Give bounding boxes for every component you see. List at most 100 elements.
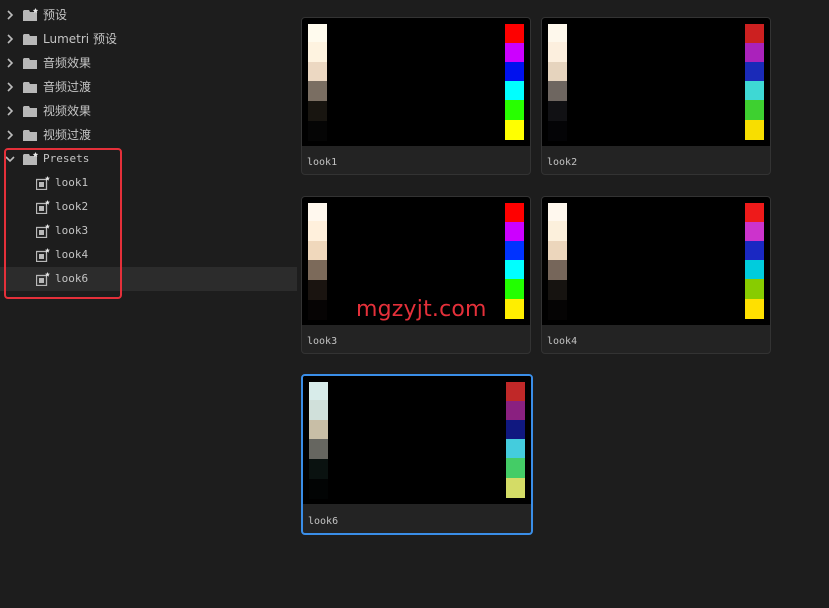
chevron-right-icon[interactable] (5, 9, 15, 21)
preset-thumbnail (303, 376, 531, 504)
color-swatch (505, 203, 524, 222)
color-swatch (745, 43, 764, 62)
color-swatch (745, 81, 764, 100)
color-swatch (548, 81, 567, 101)
color-swatch (308, 81, 327, 101)
tree-folder-audio-effects[interactable]: 音频效果 (0, 51, 297, 75)
color-swatch (548, 24, 567, 42)
chevron-right-icon[interactable] (5, 129, 15, 141)
preset-folder-icon (23, 8, 39, 21)
preset-card-look6[interactable]: look6 (301, 374, 533, 535)
color-swatch (548, 221, 567, 241)
chevron-right-icon[interactable] (5, 81, 15, 93)
color-swatch (308, 203, 327, 221)
color-swatch (745, 260, 764, 279)
tree-preset-look2[interactable]: look2 (0, 195, 297, 219)
preset-thumbnail (302, 18, 530, 146)
tree-folder-audio-transitions[interactable]: 音频过渡 (0, 75, 297, 99)
tree-folder-presets[interactable]: Presets (0, 147, 297, 171)
color-swatch (745, 279, 764, 299)
preset-card-look3[interactable]: look3 (301, 196, 531, 354)
preset-card-look2[interactable]: look2 (541, 17, 771, 175)
color-swatch (506, 382, 525, 401)
tree-item-label: look6 (55, 272, 89, 285)
chevron-right-icon[interactable] (5, 57, 15, 69)
color-swatch (548, 101, 567, 121)
tree-folder-presets-cn[interactable]: 预设 (0, 3, 297, 27)
tree-preset-look1[interactable]: look1 (0, 171, 297, 195)
color-swatch (506, 478, 525, 498)
tree-item-label: look2 (55, 200, 89, 213)
color-swatch (308, 241, 327, 260)
preset-card-label: look2 (547, 157, 578, 168)
chevron-down-icon[interactable] (5, 153, 15, 165)
tree-item-label: 音频过渡 (43, 80, 92, 94)
color-swatch (309, 382, 328, 400)
color-swatch (505, 299, 524, 319)
color-swatch (308, 280, 327, 300)
preset-folder-icon (23, 152, 39, 165)
color-swatch (548, 42, 567, 62)
tree-item-label: Presets (43, 152, 90, 165)
tree-item-label: look4 (55, 248, 89, 261)
color-swatch (308, 101, 327, 121)
color-swatch (309, 479, 328, 499)
color-swatch (548, 300, 567, 320)
tree-preset-look3[interactable]: look3 (0, 219, 297, 243)
color-swatch (309, 459, 328, 479)
tree-preset-look6[interactable]: look6 (0, 267, 297, 291)
tree-item-label: 音频效果 (43, 56, 92, 70)
color-swatch (506, 401, 525, 420)
color-swatch (505, 260, 524, 279)
color-swatch (745, 222, 764, 241)
preset-card-look1[interactable]: look1 (301, 17, 531, 175)
color-swatch (505, 222, 524, 241)
folder-icon (23, 82, 37, 93)
tree-item-label: 预设 (43, 8, 68, 22)
preset-thumbnail (542, 18, 770, 146)
folder-icon (23, 106, 37, 117)
preset-icon (36, 200, 50, 214)
preset-icon (36, 248, 50, 262)
color-swatch (506, 458, 525, 478)
color-swatch (548, 260, 567, 280)
color-swatch (505, 100, 524, 120)
color-swatch (309, 439, 328, 459)
tree-folder-video-transitions[interactable]: 视频过渡 (0, 123, 297, 147)
preset-card-label: look1 (307, 157, 338, 168)
color-swatch (505, 24, 524, 43)
color-swatch (745, 120, 764, 140)
chevron-right-icon[interactable] (5, 33, 15, 45)
color-swatch (745, 62, 764, 81)
color-swatch (548, 203, 567, 221)
tree-preset-look4[interactable]: look4 (0, 243, 297, 267)
color-swatch (308, 121, 327, 141)
tree-item-label: Lumetri 预设 (43, 32, 117, 46)
color-swatch (745, 299, 764, 319)
preset-icon (36, 176, 50, 190)
watermark-text: mgzyjt.com (356, 297, 487, 322)
color-swatch (505, 241, 524, 260)
preset-card-label: look3 (307, 336, 338, 347)
folder-icon (23, 58, 37, 69)
color-swatch (308, 24, 327, 42)
color-swatch (548, 62, 567, 81)
color-swatch (505, 62, 524, 81)
color-swatch (745, 24, 764, 43)
color-swatch (506, 439, 525, 458)
color-swatch (548, 241, 567, 260)
chevron-right-icon[interactable] (5, 105, 15, 117)
color-swatch (505, 81, 524, 100)
color-swatch (745, 203, 764, 222)
color-swatch (308, 260, 327, 280)
color-swatch (745, 100, 764, 120)
tree-folder-video-effects[interactable]: 视频效果 (0, 99, 297, 123)
preset-card-look4[interactable]: look4 (541, 196, 771, 354)
tree-folder-lumetri[interactable]: Lumetri 预设 (0, 27, 297, 51)
tree-item-label: 视频效果 (43, 104, 92, 118)
color-swatch (505, 279, 524, 299)
color-swatch (505, 43, 524, 62)
color-swatch (506, 420, 525, 439)
color-swatch (745, 241, 764, 260)
preset-card-label: look6 (308, 516, 339, 527)
